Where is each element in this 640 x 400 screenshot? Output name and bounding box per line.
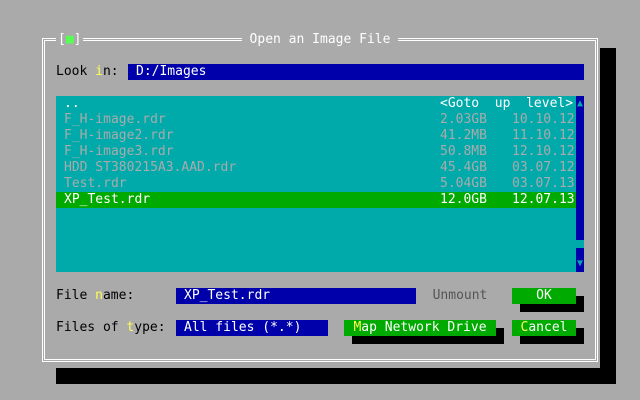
file-name-input[interactable]: XP_Test.rdr xyxy=(176,288,416,304)
scroll-up-icon[interactable]: ▲ xyxy=(576,96,584,112)
file-name-cell: XP_Test.rdr xyxy=(64,192,151,207)
file-row[interactable]: HDD ST380215A3.AAD.rdr 45.4GB 03.07.12 xyxy=(56,160,576,176)
ok-button[interactable]: OK xyxy=(512,288,576,304)
file-date-cell: 12.07.13 xyxy=(512,192,575,207)
file-size-cell: 41.2MB xyxy=(440,128,487,143)
vertical-scrollbar[interactable]: ▲ ▼ xyxy=(576,96,584,272)
file-list[interactable]: .. <Goto up level> F_H-image.rdr 2.03GB 10… xyxy=(56,96,584,272)
file-type-select[interactable]: All files (*.*) xyxy=(176,320,328,336)
file-size-cell: 45.4GB xyxy=(440,160,487,175)
file-date-cell: 11.10.12 xyxy=(512,128,575,143)
file-size-cell: 50.8MB xyxy=(440,144,487,159)
open-image-dialog: [■] Open an Image File Look in: D:/Image… xyxy=(40,32,600,368)
file-type-label: Files of type: xyxy=(56,320,166,335)
file-name-cell: F_H-image2.rdr xyxy=(64,128,174,143)
file-date-cell: 03.07.13 xyxy=(512,176,575,191)
file-row[interactable]: F_H-image2.rdr 41.2MB 11.10.12 xyxy=(56,128,576,144)
file-name-cell: F_H-image3.rdr xyxy=(64,144,174,159)
look-in-label: Look in: xyxy=(56,64,119,79)
unmount-button[interactable]: Unmount xyxy=(424,288,496,304)
cancel-button[interactable]: Cancel xyxy=(512,320,576,336)
file-size-cell: 5.04GB xyxy=(440,176,487,191)
file-row[interactable]: Test.rdr 5.04GB 03.07.13 xyxy=(56,176,576,192)
scroll-thumb[interactable] xyxy=(576,240,584,248)
look-in-field[interactable]: D:/Images xyxy=(128,64,584,80)
file-name-cell: F_H-image.rdr xyxy=(64,112,166,127)
file-date-cell: 10.10.12 xyxy=(512,112,575,127)
file-row[interactable]: F_H-image3.rdr 50.8MB 12.10.12 xyxy=(56,144,576,160)
file-date-cell: 03.07.12 xyxy=(512,160,575,175)
file-name-cell: HDD ST380215A3.AAD.rdr xyxy=(64,160,237,175)
file-size-cell: 2.03GB xyxy=(440,112,487,127)
file-name-cell: Test.rdr xyxy=(64,176,127,191)
file-row[interactable]: F_H-image.rdr 2.03GB 10.10.12 xyxy=(56,112,576,128)
dialog-title: Open an Image File xyxy=(241,32,399,48)
file-row[interactable]: XP_Test.rdr 12.0GB 12.07.13 xyxy=(56,192,576,208)
file-date-cell: 12.10.12 xyxy=(512,144,575,159)
file-size-cell: 12.0GB xyxy=(440,192,487,207)
scroll-down-icon[interactable]: ▼ xyxy=(576,256,584,272)
file-name-label: File name: xyxy=(56,288,135,303)
map-network-drive-button[interactable]: Map Network Drive xyxy=(344,320,496,336)
goto-up-level-row[interactable]: .. <Goto up level> xyxy=(56,96,576,112)
